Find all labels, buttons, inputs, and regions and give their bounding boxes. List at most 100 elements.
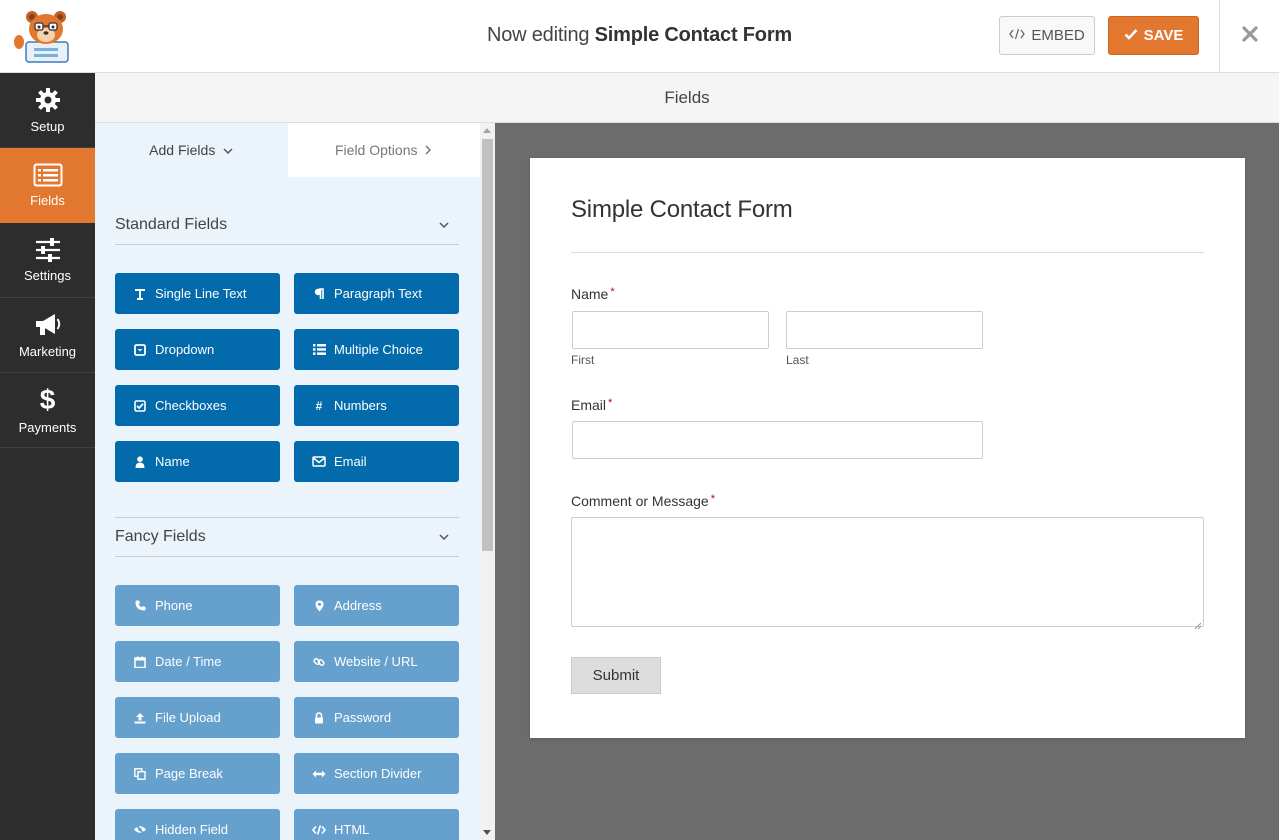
nav-label: Marketing	[18, 343, 77, 359]
required-mark: *	[710, 493, 715, 505]
comment-label-text: Comment or Message	[571, 493, 709, 509]
field-label: Address	[334, 598, 382, 613]
field-button-paragraph-text[interactable]: Paragraph Text	[294, 273, 459, 314]
code-icon	[1009, 27, 1026, 44]
submit-button[interactable]: Submit	[571, 657, 661, 694]
field-label: Dropdown	[155, 342, 215, 357]
checkbox-icon	[133, 399, 147, 413]
tab-field-options[interactable]: Field Options	[287, 123, 480, 177]
divider	[571, 252, 1204, 253]
nav-label: Fields	[30, 192, 65, 208]
field-button-date-time[interactable]: Date / Time	[115, 641, 280, 682]
tab-label: Add Fields	[149, 142, 216, 158]
form-name: Simple Contact Form	[594, 24, 793, 46]
nav-item-settings[interactable]: Settings	[0, 223, 95, 298]
embed-label: EMBED	[1031, 27, 1085, 44]
field-button-section-divider[interactable]: Section Divider	[294, 753, 459, 794]
email-input[interactable]	[572, 421, 983, 459]
save-label: SAVE	[1143, 27, 1184, 44]
nav-item-payments[interactable]: $ Payments	[0, 373, 95, 448]
field-button-single-line-text[interactable]: Single Line Text	[115, 273, 280, 314]
nav-item-fields[interactable]: Fields	[0, 148, 95, 223]
tab-label: Field Options	[335, 142, 418, 158]
first-sublabel: First	[571, 353, 595, 367]
envelope-icon	[312, 455, 326, 469]
name-label-text: Name	[571, 286, 609, 302]
field-button-file-upload[interactable]: File Upload	[115, 697, 280, 738]
section-standard-fields[interactable]: Standard Fields	[115, 205, 459, 245]
nav-label: Setup	[30, 118, 65, 134]
link-icon	[312, 655, 326, 669]
scrollbar-thumb[interactable]	[482, 139, 493, 551]
list-icon	[312, 343, 326, 357]
field-label: Phone	[155, 598, 193, 613]
field-button-html[interactable]: HTML	[294, 809, 459, 840]
sliders-icon	[35, 237, 61, 262]
left-nav: Setup Fields Settings Marketing $ Paymen…	[0, 73, 95, 840]
section-fancy-fields[interactable]: Fancy Fields	[115, 517, 459, 557]
chevron-down-icon	[223, 142, 233, 158]
save-button[interactable]: SAVE	[1108, 16, 1199, 55]
fields-panel: Add Fields Field Options Standard Fields…	[95, 123, 480, 840]
fields-header: Fields	[95, 73, 1279, 123]
panel-scrollbar[interactable]	[480, 123, 495, 840]
field-button-password[interactable]: Password	[294, 697, 459, 738]
email-label: Email *	[571, 397, 612, 413]
name-label: Name *	[571, 286, 615, 302]
nav-label: Settings	[24, 267, 71, 283]
field-button-checkboxes[interactable]: Checkboxes	[115, 385, 280, 426]
email-label-text: Email	[571, 397, 607, 413]
field-button-email[interactable]: Email	[294, 441, 459, 482]
field-button-phone[interactable]: Phone	[115, 585, 280, 626]
paragraph-icon	[312, 287, 326, 301]
field-label: Checkboxes	[155, 398, 227, 413]
phone-icon	[133, 599, 147, 613]
comment-label: Comment or Message *	[571, 493, 715, 509]
calendar-icon	[133, 655, 147, 669]
hash-icon: #	[315, 398, 323, 413]
field-label: Paragraph Text	[334, 286, 422, 301]
field-button-numbers[interactable]: # Numbers	[294, 385, 459, 426]
scroll-up-arrow[interactable]	[483, 128, 491, 133]
close-icon	[1241, 25, 1259, 48]
field-button-name[interactable]: Name	[115, 441, 280, 482]
section-title: Standard Fields	[115, 215, 228, 233]
user-icon	[133, 455, 147, 469]
tab-add-fields[interactable]: Add Fields	[95, 123, 288, 177]
arrows-h-icon	[312, 767, 326, 781]
scroll-down-arrow[interactable]	[483, 830, 491, 835]
chevron-right-icon	[425, 142, 432, 158]
form-preview-area: Simple Contact Form Name * First Last Ema…	[495, 123, 1279, 840]
field-button-dropdown[interactable]: Dropdown	[115, 329, 280, 370]
field-button-website-url[interactable]: Website / URL	[294, 641, 459, 682]
field-button-hidden-field[interactable]: Hidden Field	[115, 809, 280, 840]
upload-icon	[133, 711, 147, 725]
panel-tabs: Add Fields Field Options	[95, 123, 480, 177]
comment-textarea[interactable]	[571, 517, 1204, 630]
eye-slash-icon	[133, 823, 147, 837]
field-button-multiple-choice[interactable]: Multiple Choice	[294, 329, 459, 370]
field-button-page-break[interactable]: Page Break	[115, 753, 280, 794]
resize-grip-icon[interactable]	[1194, 617, 1202, 630]
field-label: Name	[155, 454, 190, 469]
chevron-down-icon	[439, 528, 449, 546]
map-marker-icon	[312, 599, 326, 613]
dropdown-icon	[133, 343, 147, 357]
last-name-input[interactable]	[786, 311, 983, 349]
required-mark: *	[608, 397, 613, 409]
nav-item-setup[interactable]: Setup	[0, 73, 95, 148]
text-icon	[133, 287, 147, 301]
standard-fields-grid: Single Line Text Paragraph Text Dropdown…	[115, 273, 459, 482]
code-icon	[312, 823, 326, 837]
nav-item-marketing[interactable]: Marketing	[0, 298, 95, 373]
form-title: Simple Contact Form	[571, 196, 793, 223]
field-button-address[interactable]: Address	[294, 585, 459, 626]
close-button[interactable]	[1220, 0, 1279, 73]
embed-button[interactable]: EMBED	[999, 16, 1095, 55]
field-label: Multiple Choice	[334, 342, 423, 357]
field-label: HTML	[334, 822, 370, 837]
field-label: File Upload	[155, 710, 221, 725]
field-label: Email	[334, 454, 367, 469]
first-name-input[interactable]	[572, 311, 769, 349]
field-label: Section Divider	[334, 766, 422, 781]
